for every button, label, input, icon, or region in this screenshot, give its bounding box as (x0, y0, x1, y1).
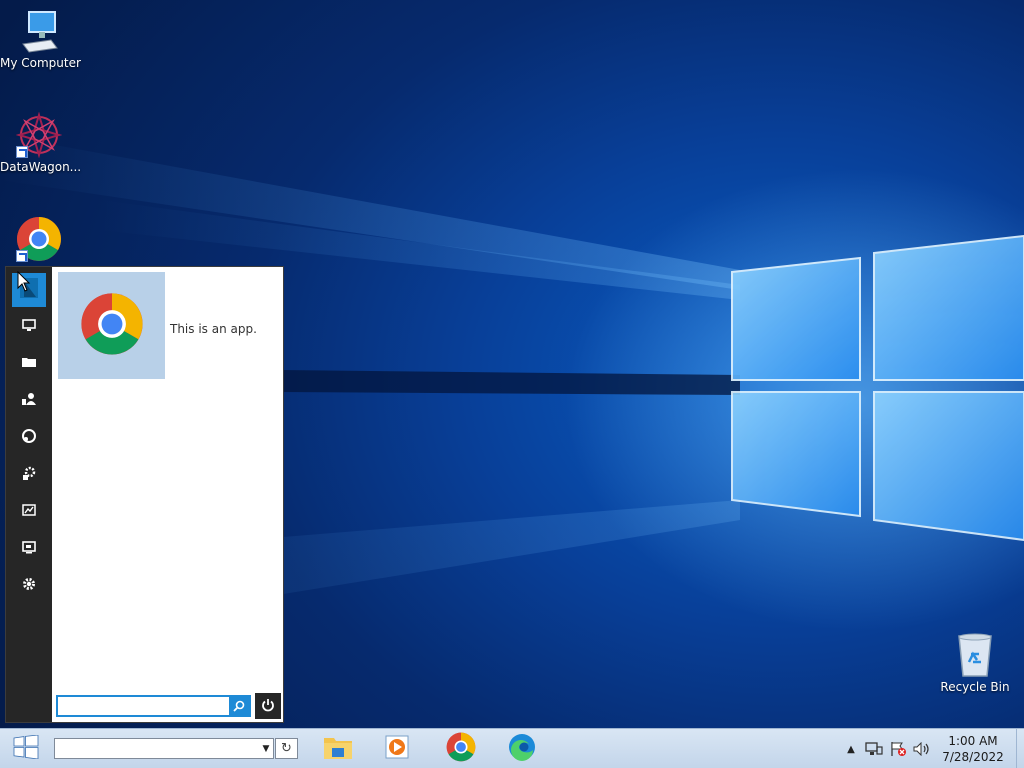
rail-monitor-button[interactable] (12, 310, 46, 344)
shortcut-arrow-icon (16, 250, 28, 262)
remote-desktop-icon (21, 539, 37, 559)
recycle-bin-icon (953, 632, 997, 678)
refresh-icon: ↻ (281, 741, 292, 756)
desktop-icon-datawagon[interactable]: DataWagon... (0, 111, 82, 174)
user-icon (21, 391, 37, 411)
app-tile-chrome[interactable] (58, 272, 165, 379)
desktop-icon-label: DataWagon... (0, 160, 82, 174)
taskbar-clock[interactable]: 1:00 AM 7/28/2022 (938, 733, 1008, 765)
power-icon (261, 697, 275, 716)
network-icon (21, 428, 37, 448)
folder-icon (21, 354, 37, 374)
shortcut-arrow-icon (16, 146, 28, 158)
chrome-icon (80, 292, 144, 360)
rail-settings-button[interactable] (12, 569, 46, 603)
power-button[interactable] (255, 693, 281, 719)
rail-user-button[interactable] (12, 384, 46, 418)
desktop-icon-label: My Computer (0, 56, 81, 70)
chrome-icon (446, 732, 476, 766)
windows-logo-icon (13, 734, 39, 763)
start-menu: This is an app. (5, 266, 284, 723)
rail-folder-button[interactable] (12, 347, 46, 381)
desktop-icon-recycle-bin[interactable]: Recycle Bin (936, 632, 1014, 694)
app-tile-description: This is an app. (170, 322, 257, 336)
start-menu-search-button[interactable] (229, 697, 249, 715)
desktop-icon-label: Recycle Bin (940, 680, 1010, 694)
search-icon (233, 697, 245, 716)
mouse-cursor-icon (17, 271, 31, 292)
start-menu-rail (6, 267, 52, 722)
monitor-icon (21, 317, 37, 337)
taskbar: ▼ ↻ ▲ 1:00 AM 7/28/2022 (0, 728, 1024, 768)
start-menu-search-input[interactable] (58, 697, 229, 715)
show-desktop-button[interactable] (1016, 729, 1024, 768)
datawagon-icon (15, 111, 63, 159)
file-explorer-icon (323, 734, 353, 764)
refresh-button[interactable]: ↻ (275, 738, 298, 759)
network-icon[interactable] (865, 741, 883, 757)
start-button[interactable] (6, 733, 46, 765)
action-center-flag-icon[interactable] (889, 741, 907, 757)
start-menu-search (56, 695, 251, 717)
rail-admin-tools-button[interactable] (12, 458, 46, 492)
admin-tools-icon (21, 465, 37, 485)
rail-network-button[interactable] (12, 421, 46, 455)
taskbar-search-input[interactable] (55, 739, 259, 758)
desktop-icon-my-computer[interactable]: My Computer (0, 10, 81, 70)
clock-date: 7/28/2022 (942, 750, 1004, 764)
edge-icon (507, 732, 537, 766)
taskbar-address-combo: ▼ (54, 738, 274, 759)
taskbar-app-media-player[interactable] (378, 733, 418, 765)
rail-remote-desktop-button[interactable] (12, 532, 46, 566)
taskbar-app-edge[interactable] (502, 733, 542, 765)
computer-icon (17, 10, 61, 54)
media-player-icon (383, 733, 413, 765)
settings-icon (21, 576, 37, 596)
desktop-icon-chrome[interactable] (0, 216, 78, 264)
volume-icon[interactable] (913, 741, 931, 757)
chevron-down-icon[interactable]: ▼ (259, 744, 273, 754)
tray-overflow-icon[interactable]: ▲ (842, 741, 860, 757)
chrome-icon (16, 216, 62, 262)
taskbar-app-file-explorer[interactable] (318, 733, 358, 765)
taskbar-app-chrome[interactable] (441, 732, 481, 766)
rail-performance-button[interactable] (12, 495, 46, 529)
clock-time: 1:00 AM (948, 734, 998, 748)
performance-icon (21, 502, 37, 522)
